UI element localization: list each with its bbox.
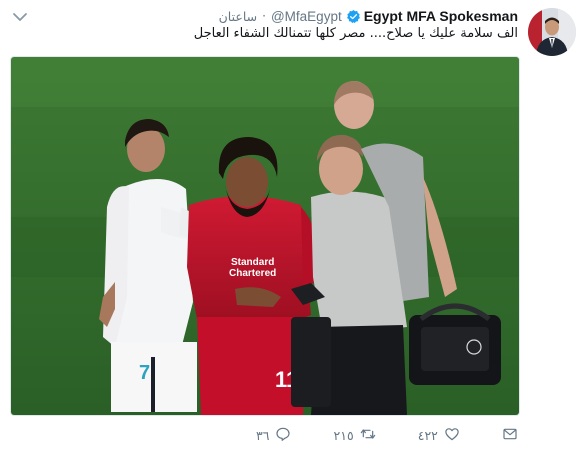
tweet-card: ساعتان · @MfaEgypt Egypt MFA Spokesman ا…	[0, 0, 588, 452]
like-count: ٤٢٢	[417, 427, 438, 443]
author-handle[interactable]: @MfaEgypt	[271, 9, 342, 24]
envelope-icon	[502, 426, 518, 445]
heart-icon	[444, 426, 460, 445]
retweet-button[interactable]: ٢١٥	[334, 426, 376, 445]
author-display-name[interactable]: Egypt MFA Spokesman	[364, 8, 518, 24]
sponsor-line-2: Chartered	[229, 268, 276, 279]
retweet-count: ٢١٥	[333, 427, 354, 443]
avatar[interactable]	[528, 8, 576, 56]
tweet-timestamp[interactable]: ساعتان	[219, 9, 258, 24]
chevron-down-icon[interactable]	[12, 9, 28, 23]
reply-button[interactable]: ٣٦	[256, 426, 291, 445]
separator-dot: ·	[262, 9, 266, 23]
author-line: ساعتان · @MfaEgypt Egypt MFA Spokesman	[219, 6, 518, 26]
reply-count: ٣٦	[256, 427, 270, 443]
tweet-actions: ٣٦ ٢١٥ ٤٢٢	[256, 424, 518, 446]
retweet-icon	[360, 426, 376, 445]
like-button[interactable]: ٤٢٢	[418, 426, 460, 445]
direct-message-button[interactable]	[502, 426, 518, 445]
tweet-photo[interactable]: 7 Standard Chartered 11	[10, 56, 520, 416]
sponsor-line-1: Standard	[231, 257, 274, 268]
verified-badge-icon	[346, 9, 361, 24]
tweet-text: الف سلامة عليك يا صلاح.... مصر كلها تتمن…	[193, 26, 518, 41]
reply-icon	[275, 426, 291, 445]
ronaldo-number: 7	[139, 362, 150, 384]
